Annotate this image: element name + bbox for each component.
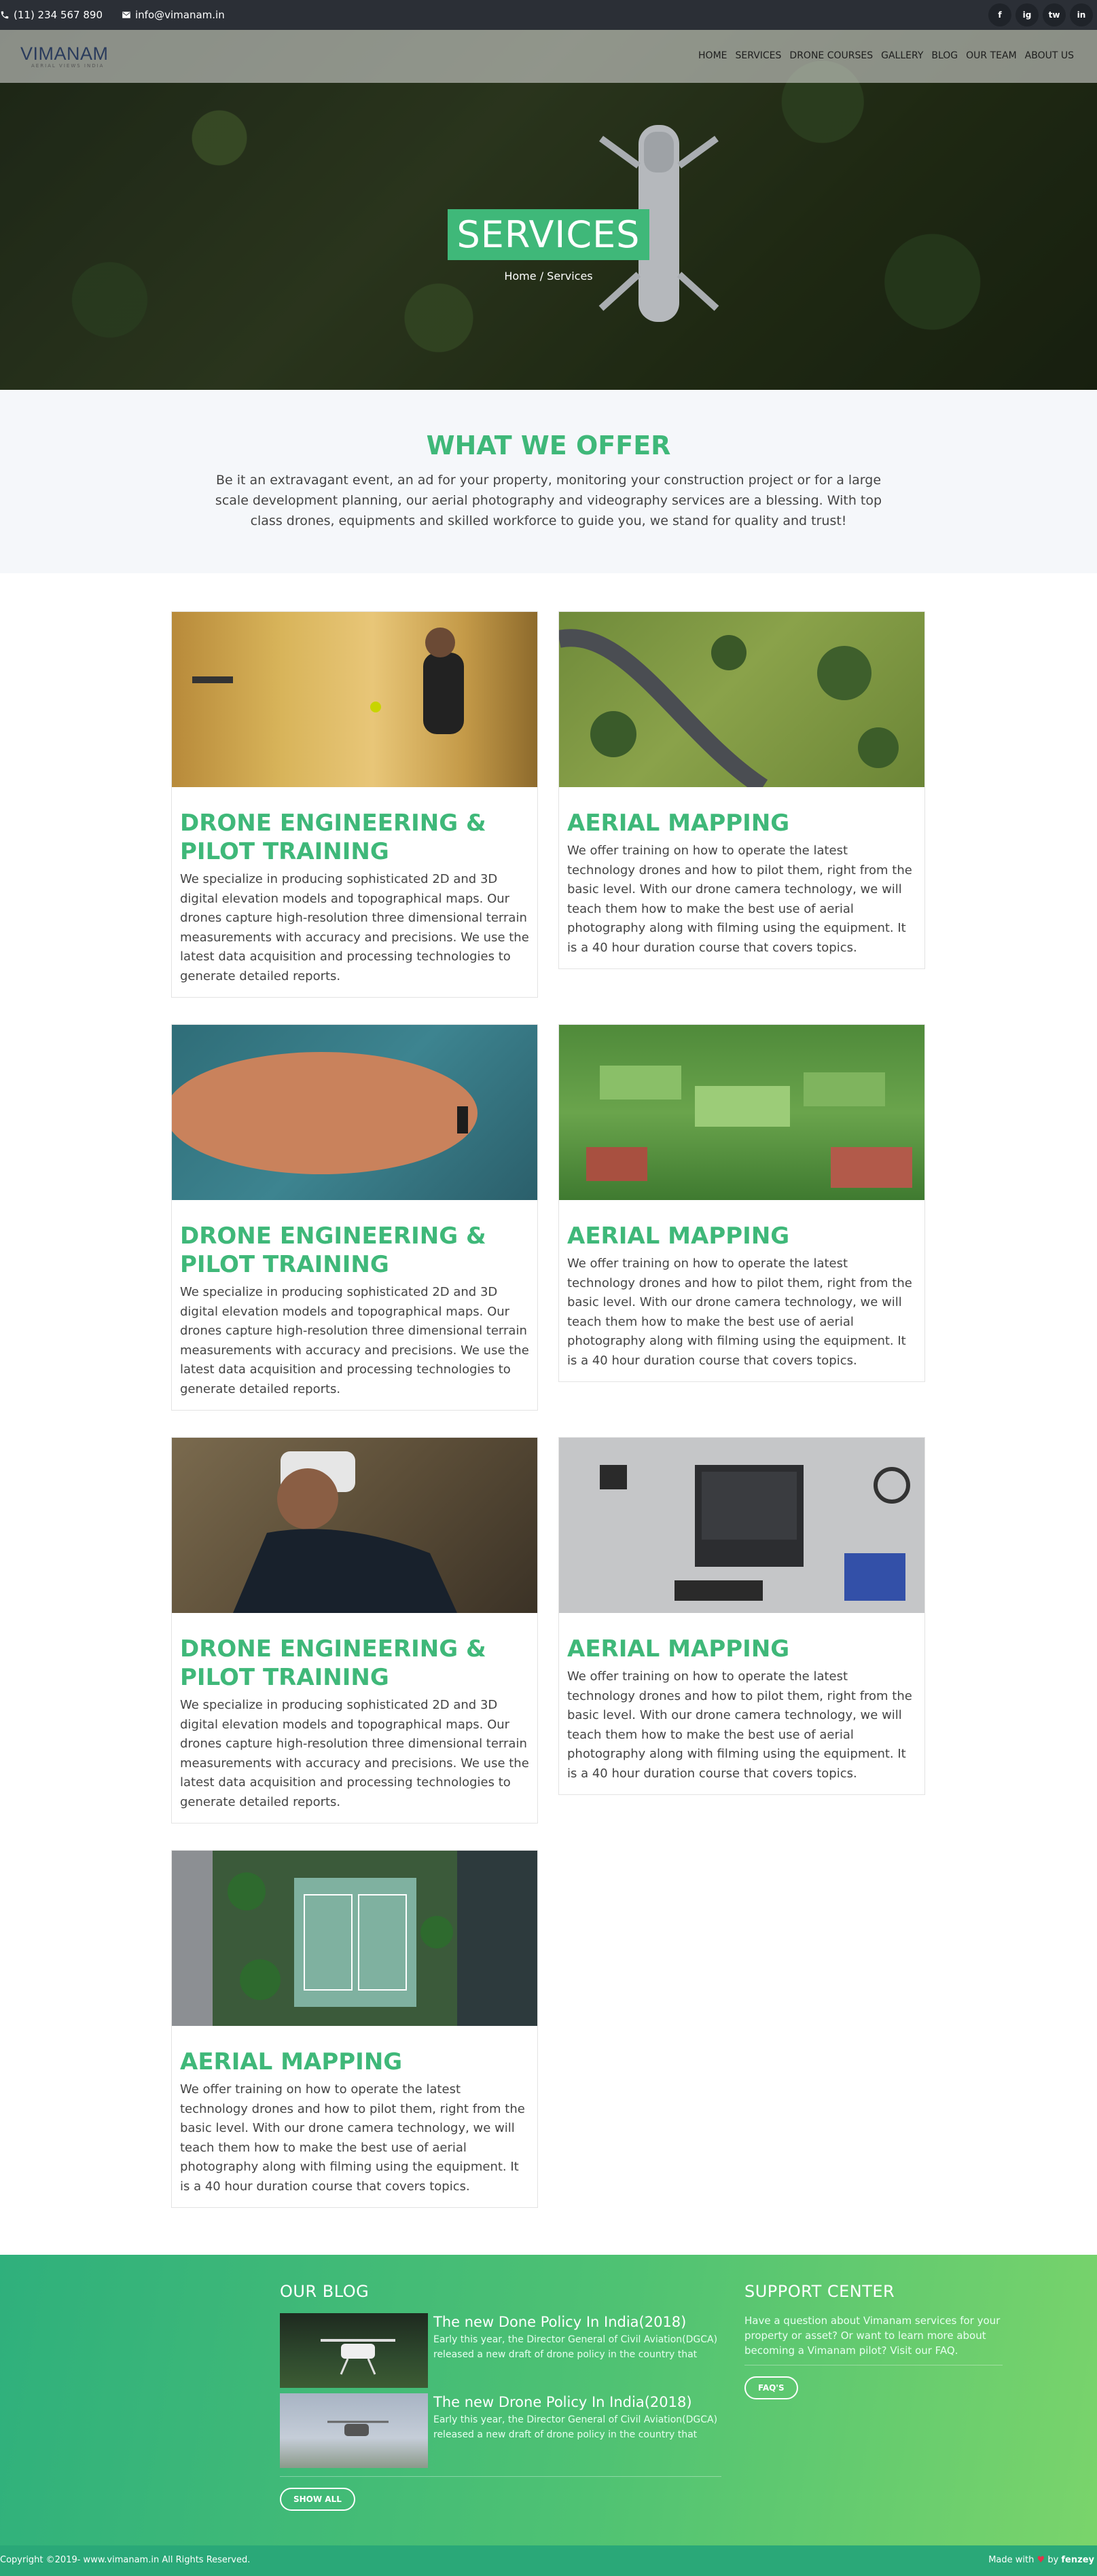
- service-image: [172, 612, 537, 787]
- support-text: Have a question about Vimanam services f…: [744, 2313, 1003, 2365]
- blog-thumbnail[interactable]: [280, 2393, 428, 2468]
- email-contact[interactable]: info@vimanam.in: [122, 9, 234, 21]
- offer-title: WHAT WE OFFER: [426, 431, 671, 460]
- service-text: We offer training on how to operate the …: [567, 1256, 912, 1368]
- blog-post[interactable]: The new Drone Policy In India(2018) Earl…: [280, 2393, 721, 2468]
- service-card: AERIAL MAPPING We offer training on how …: [558, 611, 925, 969]
- nav-home[interactable]: HOME: [698, 50, 727, 61]
- copyright-bar: Copyright ©2019- www.vimanam.in All Righ…: [0, 2545, 1097, 2576]
- nav-menu: HOME SERVICES DRONE COURSES GALLERY BLOG…: [698, 50, 1074, 61]
- site-logo[interactable]: VIMANAM AERIAL VIEWS INDIA: [20, 43, 109, 69]
- service-text: We offer training on how to operate the …: [567, 1669, 912, 1781]
- blog-section: OUR BLOG The new Done Policy In India(20…: [280, 2282, 721, 2511]
- facebook-icon[interactable]: f: [988, 3, 1011, 26]
- service-card: DRONE ENGINEERING & PILOT TRAINING We sp…: [171, 1024, 538, 1411]
- blog-post-body: The new Drone Policy In India(2018) Earl…: [433, 2393, 721, 2468]
- service-title: DRONE ENGINEERING & PILOT TRAINING: [180, 810, 486, 865]
- blog-thumbnail[interactable]: [280, 2313, 428, 2388]
- service-image: [172, 1438, 537, 1613]
- service-text: We specialize in producing sophisticated…: [180, 1698, 529, 1809]
- service-card: AERIAL MAPPING We offer training on how …: [558, 1024, 925, 1382]
- service-image: [172, 1025, 537, 1200]
- linkedin-icon[interactable]: in: [1070, 3, 1093, 26]
- nav-our-team[interactable]: OUR TEAM: [966, 50, 1017, 61]
- blog-post-title[interactable]: The new Drone Policy In India(2018): [433, 2393, 721, 2411]
- heart-icon: ♥: [1037, 2555, 1045, 2565]
- instagram-icon[interactable]: ig: [1015, 3, 1039, 26]
- service-title: DRONE ENGINEERING & PILOT TRAINING: [180, 1635, 486, 1691]
- service-title: AERIAL MAPPING: [567, 810, 790, 837]
- social-links: f ig tw in: [988, 3, 1093, 26]
- nav-blog[interactable]: BLOG: [931, 50, 958, 61]
- service-text: We specialize in producing sophisticated…: [180, 1285, 529, 1396]
- service-text: We offer training on how to operate the …: [180, 2082, 525, 2194]
- top-bar: (11) 234 567 890 info@vimanam.in f ig tw…: [0, 0, 1097, 30]
- blog-post-excerpt: Early this year, the Director General of…: [433, 2414, 718, 2440]
- phone-text: (11) 234 567 890: [14, 9, 103, 21]
- phone-contact[interactable]: (11) 234 567 890: [0, 9, 112, 21]
- blog-post[interactable]: The new Done Policy In India(2018) Early…: [280, 2313, 721, 2388]
- support-section: SUPPORT CENTER Have a question about Vim…: [744, 2282, 1003, 2399]
- service-image: [559, 612, 924, 787]
- phone-icon: [1, 11, 9, 19]
- nav-about-us[interactable]: ABOUT US: [1025, 50, 1074, 61]
- blog-divider: [280, 2476, 721, 2477]
- service-title: AERIAL MAPPING: [567, 1635, 790, 1663]
- nav-drone-courses[interactable]: DRONE COURSES: [789, 50, 873, 61]
- mail-icon: [122, 12, 130, 18]
- hero-heading: SERVICES Home / Services: [0, 209, 1097, 283]
- made-with-credit: Made with ♥ by fenzey: [988, 2555, 1094, 2565]
- show-all-button[interactable]: SHOW ALL: [280, 2488, 355, 2511]
- offer-section: WHAT WE OFFER Be it an extravagant event…: [0, 390, 1097, 573]
- service-image: [559, 1025, 924, 1200]
- breadcrumb[interactable]: Home / Services: [0, 270, 1097, 283]
- footer: OUR BLOG The new Done Policy In India(20…: [0, 2255, 1097, 2545]
- offer-text: Be it an extravagant event, an ad for yo…: [215, 473, 882, 528]
- service-title: AERIAL MAPPING: [180, 2048, 403, 2075]
- twitter-icon[interactable]: tw: [1043, 3, 1066, 26]
- blog-post-body: The new Done Policy In India(2018) Early…: [433, 2313, 721, 2388]
- nav-gallery[interactable]: GALLERY: [881, 50, 923, 61]
- blog-post-title[interactable]: The new Done Policy In India(2018): [433, 2313, 721, 2331]
- blog-title: OUR BLOG: [280, 2282, 370, 2301]
- page-title: SERVICES: [447, 209, 650, 260]
- copyright-text: Copyright ©2019- www.vimanam.in All Righ…: [0, 2555, 251, 2565]
- author-link[interactable]: fenzey: [1061, 2555, 1094, 2565]
- service-card: AERIAL MAPPING We offer training on how …: [171, 1850, 538, 2208]
- service-image: [559, 1438, 924, 1613]
- service-text: We specialize in producing sophisticated…: [180, 872, 529, 983]
- service-title: DRONE ENGINEERING & PILOT TRAINING: [180, 1222, 486, 1278]
- logo-tagline: AERIAL VIEWS INDIA: [31, 63, 105, 69]
- service-title: AERIAL MAPPING: [567, 1222, 790, 1250]
- support-title: SUPPORT CENTER: [744, 2282, 895, 2301]
- blog-post-excerpt: Early this year, the Director General of…: [433, 2334, 718, 2360]
- hero-banner: VIMANAM AERIAL VIEWS INDIA HOME SERVICES…: [0, 30, 1097, 390]
- service-card: DRONE ENGINEERING & PILOT TRAINING We sp…: [171, 1437, 538, 1824]
- main-navbar: VIMANAM AERIAL VIEWS INDIA HOME SERVICES…: [0, 30, 1097, 83]
- contact-info: (11) 234 567 890 info@vimanam.in: [0, 0, 244, 30]
- by-text: by: [1047, 2555, 1059, 2565]
- service-text: We offer training on how to operate the …: [567, 843, 912, 955]
- logo-text: VIMANAM: [20, 43, 109, 64]
- service-image: [172, 1851, 537, 2026]
- service-card: AERIAL MAPPING We offer training on how …: [558, 1437, 925, 1795]
- nav-services[interactable]: SERVICES: [736, 50, 782, 61]
- faq-button[interactable]: FAQ'S: [744, 2376, 798, 2399]
- made-with-text: Made with: [988, 2555, 1035, 2565]
- email-text: info@vimanam.in: [135, 9, 225, 21]
- service-card: DRONE ENGINEERING & PILOT TRAINING We sp…: [171, 611, 538, 998]
